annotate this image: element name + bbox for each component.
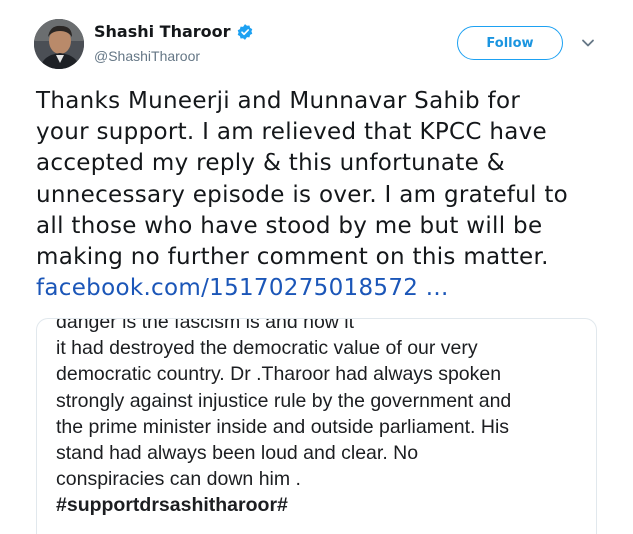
follow-button[interactable]: Follow [457, 26, 563, 60]
tweet-text-line: unnecessary episode is over. I am gratef… [36, 181, 569, 208]
card-text-line: it had destroyed the democratic value of… [56, 337, 478, 360]
avatar-photo [34, 19, 84, 69]
card-text-line: stand had always been loud and clear. No [56, 442, 419, 465]
tweet-text-line: making no further comment on this matter… [36, 244, 549, 271]
card-text-line: conspiracies can down him . [56, 468, 301, 491]
tweet-text-line: Thanks Muneerji and Munnavar Sahib for [36, 88, 521, 114]
card-text: danger is the fascism is and how it it h… [56, 318, 596, 519]
name-row: Shashi Tharoor [94, 22, 254, 41]
user-handle[interactable]: @ShashiTharoor [94, 48, 200, 64]
verified-badge-icon [237, 23, 252, 40]
attached-image-card[interactable]: danger is the fascism is and how it it h… [36, 318, 597, 534]
avatar[interactable] [34, 19, 84, 69]
tweet-link[interactable]: facebook.com/15170275018572 ... [36, 275, 449, 301]
card-text-line: strongly against injustice rule by the g… [56, 389, 512, 412]
chevron-down-icon[interactable] [581, 36, 595, 50]
card-text-line: the prime minister inside and outside pa… [56, 415, 510, 438]
card-text-line: democratic country. Dr .Tharoor had alwa… [56, 363, 502, 386]
tweet-text-line: accepted my reply & this unfortunate & [36, 150, 505, 177]
tweet-text-line: your support. I am relieved that KPCC ha… [36, 119, 547, 146]
display-name[interactable]: Shashi Tharoor [94, 22, 231, 41]
card-hashtag: #supportdrsashitharoor# [56, 494, 288, 517]
tweet-text: Thanks Muneerji and Munnavar Sahib for y… [36, 86, 616, 304]
tweet-text-line: all those who have stood by me but will … [36, 212, 543, 239]
card-text-line: danger is the fascism is and how it [56, 318, 355, 333]
